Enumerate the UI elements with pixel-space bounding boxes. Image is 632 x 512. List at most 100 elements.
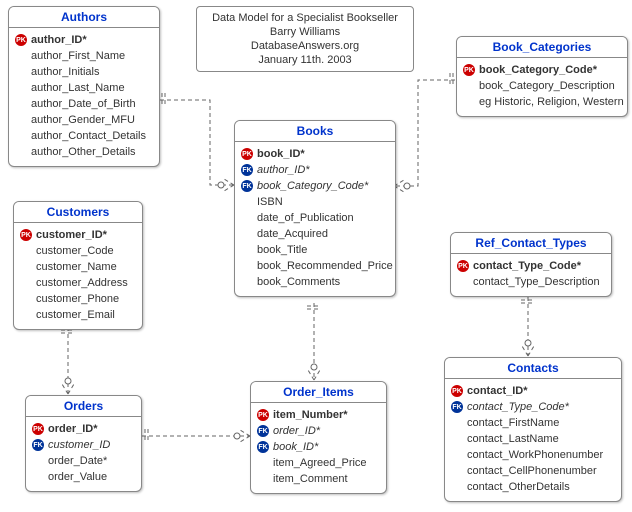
attribute-row: order_Date* (32, 453, 135, 469)
attribute-row: date_of_Publication (241, 210, 389, 226)
attribute-row: author_Initials (15, 64, 153, 80)
attribute-row: author_Other_Details (15, 144, 153, 160)
attribute-row: FK contact_Type_Code* (451, 399, 615, 415)
primary-key-icon: PK (457, 260, 469, 272)
attribute-row: book_Title (241, 242, 389, 258)
attribute-name: date_Acquired (257, 226, 328, 242)
attribute-name: author_Gender_MFU (31, 112, 135, 128)
attribute-name: book_ID* (273, 439, 318, 455)
note-line: DatabaseAnswers.org (205, 39, 405, 53)
attribute-name: author_ID* (31, 32, 87, 48)
attribute-name: customer_ID (48, 437, 110, 453)
entity-customers: Customers PKcustomer_ID*customer_Codecus… (13, 201, 143, 330)
attribute-row: FKcustomer_ID (32, 437, 135, 453)
attribute-name: contact_Type_Description (473, 274, 600, 290)
erd-canvas: Data Model for a Specialist Bookseller B… (0, 0, 632, 512)
primary-key-icon: PK (32, 423, 44, 435)
attribute-row: book_Recommended_Price (241, 258, 389, 274)
entity-ref-contact-types: Ref_Contact_Types PK contact_Type_Code*co… (450, 232, 612, 297)
key-slot: FK (451, 401, 467, 413)
attribute-row: FKbook_Category_Code* (241, 178, 389, 194)
entity-body: PKbook_Category_Code*book_Category_Descr… (457, 58, 627, 116)
attribute-name: author_Contact_Details (31, 128, 146, 144)
attribute-row: customer_Code (20, 243, 136, 259)
attribute-row: PKcustomer_ID* (20, 227, 136, 243)
entity-authors: Authors PKauthor_ID*author_First_Nameaut… (8, 6, 160, 167)
entity-order-items: Order_Items PKitem_Number*FKorder_ID*FKb… (250, 381, 387, 494)
attribute-row: item_Comment (257, 471, 380, 487)
attribute-row: contact_Type_Description (457, 274, 605, 290)
primary-key-icon: PK (241, 148, 253, 160)
attribute-row: author_Last_Name (15, 80, 153, 96)
entity-book-categories: Book_Categories PKbook_Category_Code*boo… (456, 36, 628, 117)
key-slot: PK (15, 34, 31, 46)
attribute-name: order_ID* (273, 423, 320, 439)
attribute-name: contact_Type_Code* (473, 258, 581, 274)
attribute-row: FKorder_ID* (257, 423, 380, 439)
attribute-name: contact_FirstName (467, 415, 559, 431)
key-slot: FK (257, 441, 273, 453)
attribute-row: author_Contact_Details (15, 128, 153, 144)
entity-contacts: Contacts PKcontact_ID*FKcontact_Type_Cod… (444, 357, 622, 502)
key-slot: PK (20, 229, 36, 241)
attribute-name: eg Historic, Religion, Western (479, 94, 624, 110)
attribute-name: author_ID* (257, 162, 310, 178)
attribute-name: contact_WorkPhonenumber (467, 447, 603, 463)
entity-body: PKcontact_ID*FKcontact_Type_Code*contact… (445, 379, 621, 501)
primary-key-icon: PK (20, 229, 32, 241)
attribute-row: order_Value (32, 469, 135, 485)
attribute-name: book_Recommended_Price (257, 258, 393, 274)
attribute-row: contact_OtherDetails (451, 479, 615, 495)
attribute-name: order_Value (48, 469, 107, 485)
attribute-row: PKbook_Category_Code* (463, 62, 621, 78)
attribute-name: order_ID* (48, 421, 98, 437)
attribute-row: FK author_ID* (241, 162, 389, 178)
entity-body: PKcustomer_ID*customer_Codecustomer_Name… (14, 223, 142, 329)
primary-key-icon: PK (257, 409, 269, 421)
primary-key-icon: PK (451, 385, 463, 397)
attribute-name: contact_Type_Code* (467, 399, 569, 415)
attribute-name: customer_Name (36, 259, 117, 275)
note-line: January 11th. 2003 (205, 53, 405, 67)
key-slot: FK (241, 164, 257, 176)
entity-orders: Orders PKorder_ID*FKcustomer_IDorder_Dat… (25, 395, 142, 492)
key-slot: PK (451, 385, 467, 397)
attribute-name: item_Agreed_Price (273, 455, 367, 471)
foreign-key-icon: FK (241, 180, 253, 192)
attribute-name: ISBN (257, 194, 283, 210)
entity-title: Authors (9, 7, 159, 28)
attribute-name: book_Comments (257, 274, 340, 290)
note-line: Data Model for a Specialist Bookseller (205, 11, 405, 25)
primary-key-icon: PK (463, 64, 475, 76)
attribute-name: author_First_Name (31, 48, 125, 64)
key-slot: FK (257, 425, 273, 437)
attribute-name: author_Last_Name (31, 80, 125, 96)
foreign-key-icon: FK (451, 401, 463, 413)
attribute-row: book_Category_Description (463, 78, 621, 94)
attribute-row: customer_Name (20, 259, 136, 275)
entity-books: Books PKbook_ID*FKauthor_ID*FKbook_Categ… (234, 120, 396, 297)
attribute-name: author_Other_Details (31, 144, 136, 160)
entity-body: PK book_ID* FK author_ID*FKbook_Category_Co… (235, 142, 395, 296)
attribute-row: PK order_ID* (32, 421, 135, 437)
attribute-name: contact_ID* (467, 383, 528, 399)
attribute-name: customer_Phone (36, 291, 119, 307)
diagram-note: Data Model for a Specialist Bookseller B… (196, 6, 414, 72)
attribute-row: PK author_ID* (15, 32, 153, 48)
foreign-key-icon: FK (241, 164, 253, 176)
key-slot: PK (457, 260, 473, 272)
key-slot: PK (32, 423, 48, 435)
attribute-name: author_Date_of_Birth (31, 96, 136, 112)
entity-title: Ref_Contact_Types (451, 233, 611, 254)
attribute-row: customer_Phone (20, 291, 136, 307)
attribute-name: book_ID* (257, 146, 305, 162)
attribute-row: author_Date_of_Birth (15, 96, 153, 112)
attribute-name: contact_OtherDetails (467, 479, 570, 495)
attribute-name: item_Number* (273, 407, 348, 423)
attribute-row: item_Agreed_Price (257, 455, 380, 471)
foreign-key-icon: FK (257, 441, 269, 453)
key-slot: PK (257, 409, 273, 421)
attribute-row: contact_CellPhonenumber (451, 463, 615, 479)
primary-key-icon: PK (15, 34, 27, 46)
attribute-name: order_Date* (48, 453, 107, 469)
